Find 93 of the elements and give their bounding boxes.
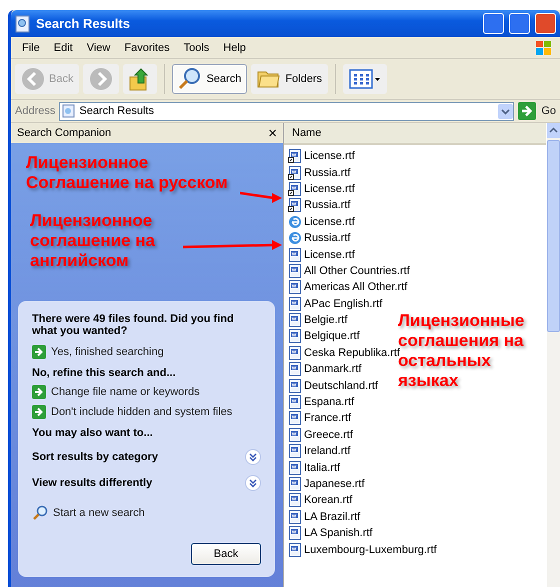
close-pane-button[interactable]: × xyxy=(268,124,277,142)
scrollbar[interactable] xyxy=(547,123,560,587)
menu-item[interactable]: Edit xyxy=(46,42,80,54)
document-icon xyxy=(288,280,302,294)
views-button[interactable] xyxy=(343,64,388,94)
file-name[interactable]: Americas All Other.rtf xyxy=(304,281,408,294)
document-icon xyxy=(288,510,302,524)
file-name[interactable]: Luxembourg-Luxemburg.rtf xyxy=(304,544,437,556)
annotation-text: Лицензионное Соглашение на русском xyxy=(26,153,228,193)
task-link[interactable]: Yes, finished searching xyxy=(32,345,261,359)
search-icon xyxy=(32,505,48,521)
document-shortcut-icon xyxy=(288,166,302,180)
document-icon xyxy=(288,542,302,557)
document-icon xyxy=(288,526,302,540)
pane-title: Search Companion xyxy=(17,127,112,139)
task-link[interactable]: Start a new search xyxy=(32,505,261,521)
search-window-icon xyxy=(15,14,31,32)
scroll-up-icon[interactable] xyxy=(547,123,560,138)
document-icon xyxy=(288,362,302,376)
search-button[interactable]: Search xyxy=(172,64,248,94)
document-icon xyxy=(288,477,302,491)
windows-flag-icon xyxy=(534,38,554,56)
file-name[interactable]: Deutschland.rtf xyxy=(304,380,378,392)
file-name[interactable]: Ireland.rtf xyxy=(304,445,350,458)
file-name[interactable]: License.rtf xyxy=(304,248,355,261)
result-question: There were 49 files found. Did you find what you wanted? xyxy=(32,313,235,337)
menu-item[interactable]: File xyxy=(15,42,47,54)
document-icon xyxy=(288,395,302,410)
file-name[interactable]: All Other Countries.rtf xyxy=(304,264,410,277)
document-shortcut-icon xyxy=(288,149,302,164)
go-button[interactable]: Go xyxy=(518,102,556,120)
document-icon xyxy=(288,493,302,508)
file-name[interactable]: Russia.rtf xyxy=(304,166,350,179)
document-shortcut-icon xyxy=(288,198,302,212)
document-icon xyxy=(288,329,302,344)
file-name[interactable]: Ceska Republika.rtf xyxy=(304,346,400,359)
file-name[interactable]: Greece.rtf xyxy=(304,428,353,441)
folders-button[interactable]: Folders xyxy=(251,64,328,94)
document-icon xyxy=(288,428,302,442)
file-name[interactable]: Belgie.rtf xyxy=(304,314,348,326)
document-icon xyxy=(288,346,302,360)
file-name[interactable]: Japanese.rtf xyxy=(304,478,365,490)
up-button[interactable] xyxy=(123,64,158,94)
column-header[interactable]: Name xyxy=(284,123,546,145)
file-name[interactable]: LA Spanish.rtf xyxy=(304,527,372,540)
file-name[interactable]: License.rtf xyxy=(304,150,355,162)
close-button[interactable] xyxy=(535,13,556,34)
minimize-button[interactable] xyxy=(483,13,504,34)
task-link[interactable]: Change file name or keywords xyxy=(32,385,261,399)
address-field[interactable]: Search Results xyxy=(59,102,514,120)
document-icon xyxy=(288,378,302,393)
section-heading: No, refine this search and... xyxy=(32,367,177,379)
arrow-icon xyxy=(32,405,46,419)
task-link[interactable]: Don't include hidden and system files xyxy=(32,405,261,419)
document-icon xyxy=(288,264,302,278)
annotation-text: Лицензионное соглашение на английском xyxy=(30,211,155,271)
section-heading: View results differently xyxy=(32,477,152,489)
view-grid-icon xyxy=(349,68,382,90)
file-name[interactable]: Russia.rtf xyxy=(304,232,350,244)
menu-item[interactable]: View xyxy=(80,42,118,54)
arrow-icon xyxy=(32,345,46,359)
file-name[interactable]: Russia.rtf xyxy=(304,199,350,212)
maximize-button[interactable] xyxy=(509,13,530,34)
address-label: Address xyxy=(15,105,56,117)
menu-item[interactable]: Help xyxy=(216,42,253,54)
file-name[interactable]: Danmark.rtf xyxy=(304,363,362,376)
file-name[interactable]: Espana.rtf xyxy=(304,396,354,408)
file-name[interactable]: APac English.rtf xyxy=(304,298,382,310)
file-name[interactable]: France.rtf xyxy=(304,412,352,424)
expand-chevron-icon[interactable] xyxy=(245,449,261,465)
window-title: Search Results xyxy=(36,16,131,31)
expand-chevron-icon[interactable] xyxy=(245,475,261,491)
section-heading: Sort results by category xyxy=(32,451,158,463)
arrow-icon xyxy=(32,385,46,399)
document-icon xyxy=(288,460,302,475)
file-name[interactable]: Italia.rtf xyxy=(304,462,340,474)
document-icon xyxy=(288,444,302,458)
file-name[interactable]: License.rtf xyxy=(304,216,355,228)
file-name[interactable]: License.rtf xyxy=(304,182,355,195)
menu-item[interactable]: Tools xyxy=(176,42,216,54)
document-icon xyxy=(288,296,302,311)
document-icon xyxy=(288,248,302,262)
file-name[interactable]: LA Brazil.rtf xyxy=(304,510,360,523)
document-icon xyxy=(288,411,302,426)
document-icon xyxy=(288,313,302,328)
file-name[interactable]: Belgique.rtf xyxy=(304,330,360,342)
back-button[interactable]: Back xyxy=(191,543,261,565)
menu-item[interactable]: Favorites xyxy=(117,42,177,54)
file-name[interactable]: Korean.rtf xyxy=(304,494,352,506)
section-heading: You may also want to... xyxy=(32,427,154,439)
document-shortcut-icon xyxy=(288,182,302,196)
search-icon xyxy=(178,67,202,91)
search-window-icon xyxy=(62,104,76,118)
